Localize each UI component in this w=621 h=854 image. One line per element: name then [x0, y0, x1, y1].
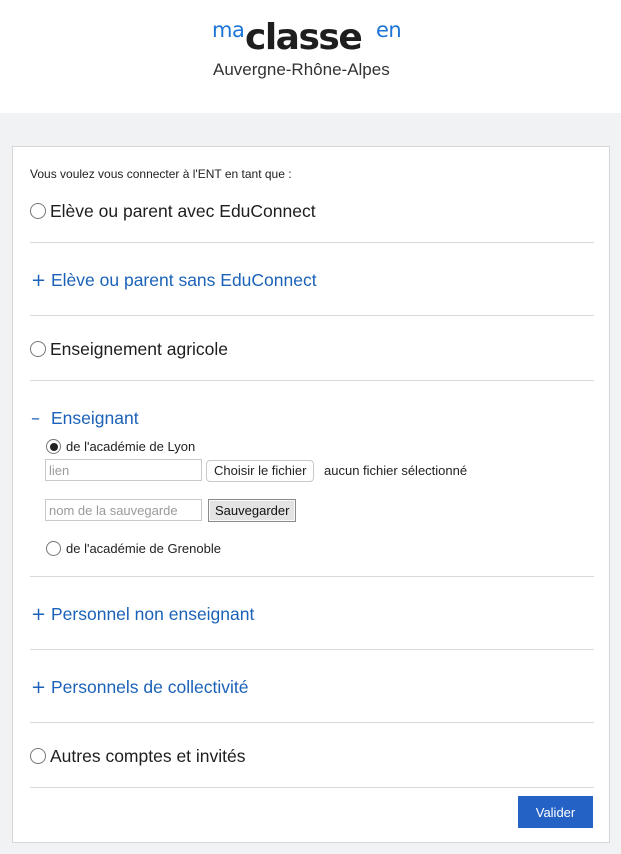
- option-eleve-educonnect: Elève ou parent avec EduConnect: [30, 199, 594, 223]
- accordion-enseignant[interactable]: – Enseignant: [30, 406, 594, 430]
- divider: [30, 576, 594, 577]
- login-panel: Vous voulez vous connecter à l'ENT en ta…: [12, 146, 610, 843]
- divider: [30, 380, 594, 381]
- divider: [30, 722, 594, 723]
- radio-eleve-educonnect[interactable]: Elève ou parent avec EduConnect: [30, 199, 594, 223]
- logo-ma: ma: [212, 18, 245, 42]
- logo-en: en: [376, 18, 402, 42]
- accordion-label[interactable]: Personnel non enseignant: [51, 604, 254, 625]
- sub-option-grenoble: de l'académie de Grenoble: [46, 538, 446, 558]
- sub-option-label: de l'académie de Lyon: [66, 438, 196, 454]
- option-enseignant: – Enseignant: [30, 406, 594, 430]
- radio-button-checked[interactable]: [46, 438, 61, 454]
- plus-icon: +: [31, 676, 47, 698]
- link-input[interactable]: [45, 459, 202, 481]
- radio-button[interactable]: [46, 540, 61, 556]
- accordion-label[interactable]: Elève ou parent sans EduConnect: [51, 270, 317, 291]
- logo-classe: classe: [245, 17, 363, 58]
- option-enseignement-agricole: Enseignement agricole: [30, 337, 594, 361]
- option-label: Autres comptes et invités: [50, 745, 246, 766]
- divider: [30, 315, 594, 316]
- file-status-text: aucun fichier sélectionné: [324, 463, 468, 478]
- accordion-eleve-sans-educonnect[interactable]: + Elève ou parent sans EduConnect: [30, 268, 594, 292]
- save-button[interactable]: Sauvegarder: [208, 499, 297, 522]
- option-label: Elève ou parent avec EduConnect: [50, 200, 316, 221]
- validate-button[interactable]: Valider: [518, 796, 593, 828]
- divider: [30, 649, 594, 650]
- radio-button[interactable]: [30, 748, 46, 764]
- plus-icon: +: [31, 269, 47, 291]
- radio-enseignement-agricole[interactable]: Enseignement agricole: [30, 337, 594, 361]
- option-personnel-non-enseignant: + Personnel non enseignant: [30, 602, 594, 626]
- save-name-input[interactable]: [45, 499, 202, 521]
- radio-button[interactable]: [30, 341, 46, 357]
- divider: [30, 787, 594, 788]
- accordion-label[interactable]: Personnels de collectivité: [51, 677, 248, 698]
- option-label: Enseignement agricole: [50, 338, 229, 359]
- option-eleve-sans-educonnect: + Elève ou parent sans EduConnect: [30, 268, 594, 292]
- accordion-label[interactable]: Enseignant: [51, 408, 139, 429]
- intro-text: Vous voulez vous connecter à l'ENT en ta…: [30, 167, 292, 181]
- minus-icon: –: [31, 407, 40, 429]
- choose-file-button[interactable]: Choisir le fichier: [206, 460, 315, 482]
- accordion-personnel-non-enseignant[interactable]: + Personnel non enseignant: [30, 602, 594, 626]
- radio-academie-grenoble[interactable]: de l'académie de Grenoble: [46, 538, 446, 558]
- sub-option-label: de l'académie de Grenoble: [66, 540, 221, 556]
- radio-academie-lyon[interactable]: de l'académie de Lyon: [46, 436, 446, 456]
- header: ma classe en Auvergne-Rhône-Alpes: [0, 0, 621, 113]
- logo-region: Auvergne-Rhône-Alpes: [213, 60, 390, 79]
- radio-autres-comptes[interactable]: Autres comptes et invités: [30, 744, 594, 768]
- plus-icon: +: [31, 603, 47, 625]
- option-personnels-collectivite: + Personnels de collectivité: [30, 675, 594, 699]
- accordion-personnels-collectivite[interactable]: + Personnels de collectivité: [30, 675, 594, 699]
- radio-button[interactable]: [30, 203, 46, 219]
- divider: [30, 242, 594, 243]
- maclasseen-logo: ma classe en Auvergne-Rhône-Alpes: [212, 14, 422, 84]
- sub-option-lyon: de l'académie de Lyon: [46, 436, 446, 456]
- option-autres-comptes: Autres comptes et invités: [30, 744, 594, 768]
